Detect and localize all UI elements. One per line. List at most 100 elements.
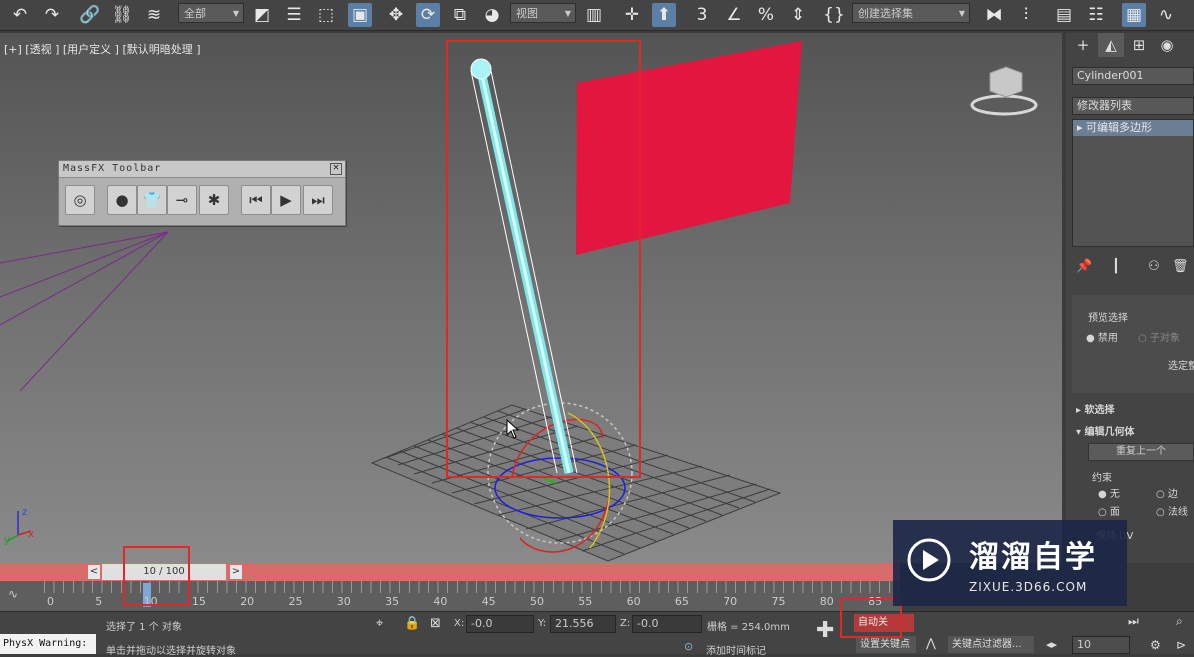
set-key-button[interactable]: 设置关键点	[856, 636, 916, 653]
redo-icon[interactable]: ↷	[40, 3, 64, 27]
perspective-viewport[interactable]: [+] [透视 ] [用户定义 ] [默认明暗处理 ] z y x	[0, 33, 1062, 563]
constraint-none-radio[interactable]: ● 无	[1098, 485, 1120, 500]
radio-disable[interactable]: ● 禁用	[1086, 329, 1118, 344]
x-coordinate-field[interactable]: -0.0	[466, 615, 534, 633]
time-slider-bar[interactable]: < 10 / 100 >	[0, 563, 900, 581]
object-name-field[interactable]: Cylinder001	[1072, 67, 1194, 85]
scale-icon[interactable]: ⧉	[448, 3, 472, 27]
pin-stack-icon[interactable]: 📌	[1076, 259, 1092, 274]
play-simulation-icon[interactable]: ▶	[271, 185, 301, 215]
remove-modifier-icon[interactable]: 🗑	[1172, 259, 1189, 274]
modifier-list-dropdown[interactable]: 修改器列表	[1072, 97, 1194, 115]
select-manipulate-icon[interactable]: ✛	[620, 3, 644, 27]
add-time-tag[interactable]: 添加时间标记	[706, 642, 766, 657]
massfx-toolbar[interactable]: MassFX Toolbar × ◎ ● 👕 ⊸ ✱ ⏮ ▶ ⏭	[58, 160, 346, 226]
current-frame-field[interactable]: 10	[1072, 636, 1130, 654]
pivot-center-icon[interactable]: ▥	[582, 3, 606, 27]
unlink-icon[interactable]: ⛓	[110, 3, 134, 27]
time-tag-icon[interactable]: ⊙	[684, 640, 693, 653]
axis-y-label: y	[4, 535, 10, 546]
named-selection-dropdown[interactable]: 创建选择集 ▼	[852, 3, 970, 23]
y-coordinate-field[interactable]: 21.556	[550, 615, 616, 633]
constraint-edge-radio[interactable]: ○ 边	[1156, 485, 1178, 500]
rect-selection-icon[interactable]: ⬚	[314, 3, 338, 27]
show-end-result-icon[interactable]: ┃	[1112, 259, 1120, 274]
soft-selection-rollout[interactable]: ▸ 软选择	[1076, 401, 1115, 416]
close-icon[interactable]: ×	[330, 163, 342, 175]
layer-manager-icon[interactable]: ▤	[1052, 3, 1076, 27]
track-tick-label: 50	[530, 595, 544, 608]
align-icon[interactable]: ⫶	[1014, 3, 1038, 27]
home-grid	[370, 404, 782, 562]
selection-filter-dropdown[interactable]: 全部 ▼	[178, 3, 244, 23]
radio-subobject[interactable]: ○ 子对象	[1138, 329, 1180, 344]
angle-snap-icon[interactable]: ∠	[722, 3, 746, 27]
ragdoll-icon[interactable]: ✱	[199, 185, 229, 215]
absolute-mode-icon[interactable]: ⊠	[430, 616, 441, 631]
zoom-icon[interactable]: ⌕	[1176, 614, 1183, 629]
scene-explorer-icon[interactable]: ☷	[1084, 3, 1108, 27]
constraint-face-radio[interactable]: ○ 面	[1098, 503, 1120, 518]
keyboard-shortcut-override-icon[interactable]: ⬆	[652, 3, 676, 27]
stack-item-editable-poly[interactable]: ▸ 可编辑多边形	[1073, 120, 1193, 136]
key-filters-button[interactable]: 关键点过滤器...	[948, 636, 1034, 653]
track-bar[interactable]: ∿ 0 5 10 15 20 25 30 35 40 45 50 55 60 65 70 75 80 85	[0, 581, 900, 611]
constraint-icon[interactable]: ⊸	[167, 185, 197, 215]
track-tick-label: 0	[47, 595, 54, 608]
tab-create-icon[interactable]: +	[1070, 33, 1096, 57]
y-label: Y:	[538, 618, 547, 629]
ribbon-icon[interactable]: ▦	[1122, 3, 1146, 27]
track-tick-label: 80	[819, 595, 834, 608]
rotate-icon[interactable]: ⟳	[416, 3, 440, 27]
make-unique-icon[interactable]: ⚇	[1148, 259, 1160, 274]
move-icon[interactable]: ✥	[384, 3, 408, 27]
select-by-name-icon[interactable]: ☰	[282, 3, 306, 27]
key-mode-icon[interactable]: ⋀	[926, 636, 936, 650]
next-key-icon[interactable]: ⏭	[1128, 614, 1139, 629]
mcloth-icon[interactable]: 👕	[137, 185, 167, 215]
x-label: X:	[454, 618, 465, 629]
pan-view-icon[interactable]: ⊳	[1176, 638, 1186, 652]
select-by-label: 选定整	[1168, 361, 1194, 372]
mirror-icon[interactable]: ⧓	[982, 3, 1006, 27]
undo-icon[interactable]: ↶	[8, 3, 32, 27]
isolate-icon[interactable]: ⌖	[376, 616, 383, 631]
rigid-body-icon[interactable]: ●	[107, 185, 137, 215]
track-tick-label: 70	[723, 595, 738, 608]
curve-editor-mini-icon[interactable]: ∿	[8, 587, 18, 601]
tab-hierarchy-icon[interactable]: ⊞	[1126, 33, 1152, 57]
curve-editor-icon[interactable]: ∿	[1154, 3, 1178, 27]
spinner-snap-icon[interactable]: ⇕	[786, 3, 810, 27]
next-frame-button[interactable]: >	[230, 565, 242, 579]
z-coordinate-field[interactable]: -0.0	[632, 615, 702, 633]
tab-motion-icon[interactable]: ◉	[1154, 33, 1180, 57]
tab-modify-icon[interactable]: ◭	[1098, 33, 1124, 57]
massfx-title[interactable]: MassFX Toolbar	[59, 161, 345, 178]
time-slider-thumb[interactable]: 10 / 100	[102, 564, 226, 580]
step-simulation-icon[interactable]: ⏭	[303, 185, 333, 215]
placement-icon[interactable]: ◕	[480, 3, 504, 27]
repeat-last-button[interactable]: 重复上一个	[1088, 443, 1194, 461]
snap-toggle-icon[interactable]: 3	[690, 3, 714, 27]
reset-simulation-icon[interactable]: ⏮	[241, 185, 271, 215]
set-key-icon[interactable]: ✚	[816, 618, 834, 643]
track-tick-label: 25	[288, 595, 303, 608]
percent-snap-icon[interactable]: %	[754, 3, 778, 27]
bind-spacewarp-icon[interactable]: ≋	[142, 3, 166, 27]
auto-key-button[interactable]: 自动关	[854, 614, 914, 632]
select-object-icon[interactable]: ◩	[250, 3, 274, 27]
expand-arrow-icon[interactable]: ▸	[1077, 121, 1083, 134]
frame-spinner-icon[interactable]: ◂▸	[1046, 638, 1057, 651]
constraint-normal-radio[interactable]: ○ 法线	[1156, 503, 1188, 518]
prev-frame-button[interactable]: <	[88, 565, 100, 579]
maxscript-listener[interactable]: PhysX Warning:	[0, 634, 96, 654]
edit-geometry-rollout[interactable]: ▾ 编辑几何体	[1076, 423, 1135, 438]
reference-coord-dropdown[interactable]: 视图 ▼	[510, 3, 576, 23]
lock-selection-icon[interactable]: 🔒	[404, 616, 420, 631]
edit-named-selection-icon[interactable]: {}	[822, 3, 846, 27]
time-config-icon[interactable]: ⚙	[1150, 638, 1161, 652]
preview-selection-label: 预览选择	[1088, 313, 1128, 324]
world-parameters-icon[interactable]: ◎	[65, 185, 95, 215]
link-icon[interactable]: 🔗	[78, 3, 102, 27]
window-crossing-icon[interactable]: ▣	[348, 3, 372, 27]
